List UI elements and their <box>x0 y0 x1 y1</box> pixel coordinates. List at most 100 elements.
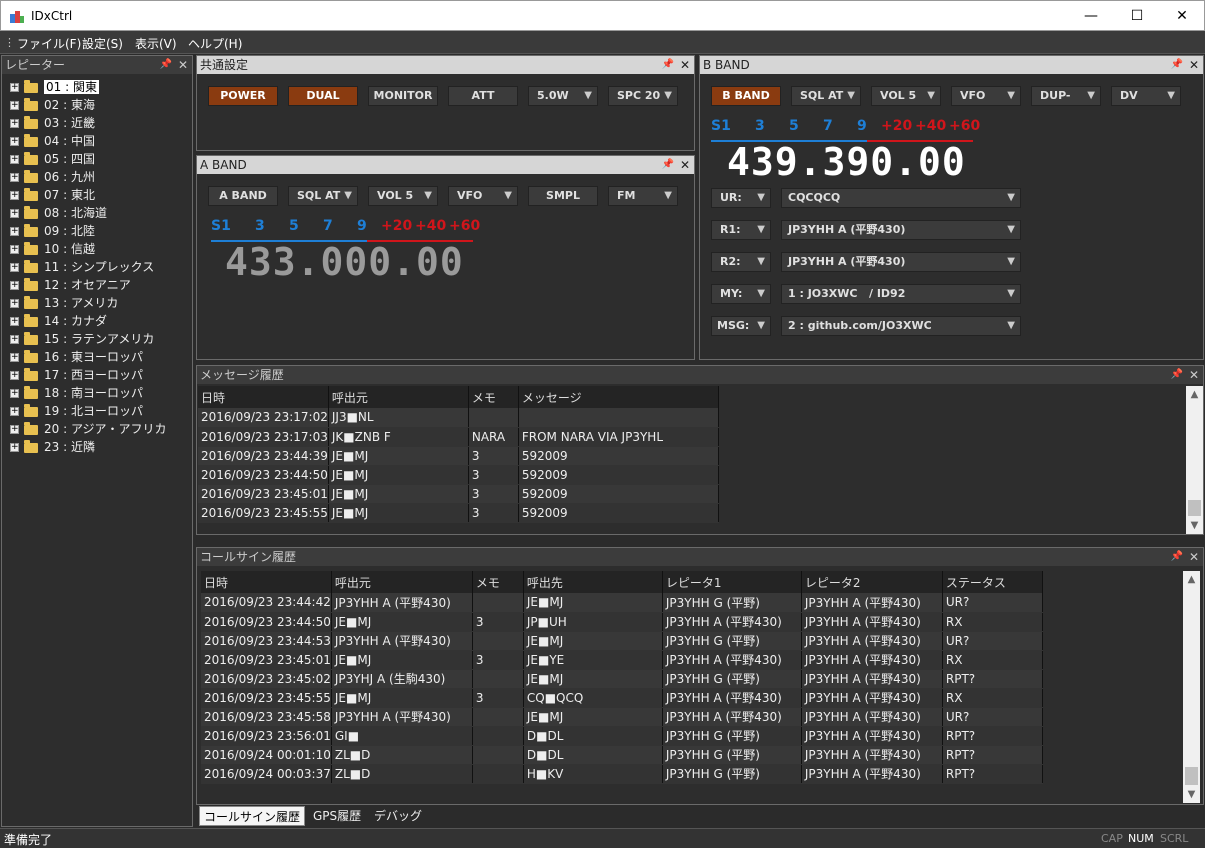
a-smpl-button[interactable]: SMPL <box>528 186 598 206</box>
b-modulation-dropdown[interactable]: DV ▼ <box>1111 86 1181 106</box>
scroll-up-icon[interactable]: ▲ <box>1183 571 1200 588</box>
a-modulation-dropdown[interactable]: FM ▼ <box>608 186 678 206</box>
column-header[interactable]: ステータス <box>942 571 1043 593</box>
tree-node[interactable]: +10 : 信越 <box>10 240 95 258</box>
pin-icon[interactable]: 📌 <box>662 56 674 74</box>
table-row[interactable]: 2016/09/23 23:44:53 JP3YHH A (平野430) JE■MJ… <box>201 631 1043 651</box>
a-band-button[interactable]: A BAND <box>208 186 278 206</box>
menu-settings[interactable]: 設定(S) <box>82 35 123 52</box>
tree-node[interactable]: +09 : 北陸 <box>10 222 95 240</box>
tree-node[interactable]: +17 : 西ヨーロッパ <box>10 366 143 384</box>
expand-icon[interactable]: + <box>10 245 19 254</box>
tree-node[interactable]: +11 : シンプレックス <box>10 258 154 276</box>
spc-dropdown[interactable]: SPC 20 ▼ <box>608 86 678 106</box>
ur-label-dropdown[interactable]: UR: ▼ <box>711 188 771 208</box>
tab-gps-history[interactable]: GPS履歴 <box>309 806 365 826</box>
expand-icon[interactable]: + <box>10 119 19 128</box>
table-row[interactable]: 2016/09/23 23:45:55 JE■MJ 3 CQ■QCQ JP3YHH A … <box>201 688 1043 708</box>
tree-node[interactable]: +15 : ラテンアメリカ <box>10 330 154 348</box>
pin-icon[interactable]: 📌 <box>160 56 172 74</box>
table-row[interactable]: 2016/09/24 00:03:37 ZL■D H■KV JP3YHH G (平野)… <box>201 764 1043 784</box>
tree-node[interactable]: +05 : 四国 <box>10 150 95 168</box>
b-mode-dropdown[interactable]: VFO ▼ <box>951 86 1021 106</box>
table-row[interactable]: 2016/09/23 23:45:01 JE■MJ 3 592009 <box>198 484 719 504</box>
tree-node[interactable]: +16 : 東ヨーロッパ <box>10 348 143 366</box>
r1-dropdown[interactable]: JP3YHH A (平野430) ▼ <box>781 220 1021 240</box>
close-icon[interactable]: ✕ <box>178 56 188 74</box>
b-sql-dropdown[interactable]: SQL AT ▼ <box>791 86 861 106</box>
tree-node[interactable]: +07 : 東北 <box>10 186 95 204</box>
table-row[interactable]: 2016/09/23 23:45:55 JE■MJ 3 592009 <box>198 503 719 523</box>
tree-node[interactable]: +06 : 九州 <box>10 168 95 186</box>
scroll-up-icon[interactable]: ▲ <box>1186 386 1203 403</box>
b-band-button[interactable]: B BAND <box>711 86 781 106</box>
expand-icon[interactable]: + <box>10 83 19 92</box>
expand-icon[interactable]: + <box>10 137 19 146</box>
expand-icon[interactable]: + <box>10 173 19 182</box>
expand-icon[interactable]: + <box>10 371 19 380</box>
vertical-scrollbar[interactable]: ▲ ▼ <box>1186 386 1203 534</box>
tab-callsign-history[interactable]: コールサイン履歴 <box>199 806 306 826</box>
expand-icon[interactable]: + <box>10 263 19 272</box>
close-icon[interactable]: ✕ <box>1189 366 1199 384</box>
expand-icon[interactable]: + <box>10 353 19 362</box>
a-vol-dropdown[interactable]: VOL 5 ▼ <box>368 186 438 206</box>
scroll-thumb[interactable] <box>1188 500 1201 516</box>
close-icon[interactable]: ✕ <box>680 156 690 174</box>
scroll-down-icon[interactable]: ▼ <box>1186 517 1203 534</box>
menu-file[interactable]: ファイル(F) <box>17 35 81 52</box>
pin-icon[interactable]: 📌 <box>662 156 674 174</box>
column-header[interactable]: メッセージ <box>518 386 719 408</box>
att-button[interactable]: ATT <box>448 86 518 106</box>
power-level-dropdown[interactable]: 5.0W ▼ <box>528 86 598 106</box>
table-row[interactable]: 2016/09/23 23:56:01 GI■ D■DL JP3YHH G (平野) J… <box>201 726 1043 746</box>
table-row[interactable]: 2016/09/23 23:44:50 JE■MJ 3 592009 <box>198 465 719 485</box>
table-row[interactable]: 2016/09/23 23:44:50 JE■MJ 3 JP■UH JP3YHH A (… <box>201 612 1043 632</box>
table-row[interactable]: 2016/09/23 23:45:02 JP3YHJ A (生駒430) JE■MJ… <box>201 669 1043 689</box>
vertical-scrollbar[interactable]: ▲ ▼ <box>1183 571 1200 803</box>
expand-icon[interactable]: + <box>10 407 19 416</box>
tree-node[interactable]: +04 : 中国 <box>10 132 95 150</box>
expand-icon[interactable]: + <box>10 389 19 398</box>
expand-icon[interactable]: + <box>10 443 19 452</box>
ur-dropdown[interactable]: CQCQCQ ▼ <box>781 188 1021 208</box>
column-header[interactable]: レピータ1 <box>662 571 802 593</box>
tree-node[interactable]: +20 : アジア・アフリカ <box>10 420 166 438</box>
close-icon[interactable]: ✕ <box>1189 548 1199 566</box>
r2-dropdown[interactable]: JP3YHH A (平野430) ▼ <box>781 252 1021 272</box>
maximize-button[interactable]: ☐ <box>1114 1 1160 31</box>
tree-node[interactable]: +23 : 近隣 <box>10 438 95 456</box>
expand-icon[interactable]: + <box>10 191 19 200</box>
table-row[interactable]: 2016/09/24 00:01:10 ZL■D D■DL JP3YHH G (平野)… <box>201 745 1043 765</box>
my-dropdown[interactable]: 1 : JO3XWC / ID92 ▼ <box>781 284 1021 304</box>
power-button[interactable]: POWER <box>208 86 278 106</box>
dual-button[interactable]: DUAL <box>288 86 358 106</box>
tree-node[interactable]: +12 : オセアニア <box>10 276 131 294</box>
menu-help[interactable]: ヘルプ(H) <box>188 35 242 52</box>
monitor-button[interactable]: MONITOR <box>368 86 438 106</box>
msg-dropdown[interactable]: 2 : github.com/JO3XWC ▼ <box>781 316 1021 336</box>
column-header[interactable]: 日時 <box>201 571 332 593</box>
column-header[interactable]: 呼出元 <box>331 571 473 593</box>
table-row[interactable]: 2016/09/23 23:17:03 JK■ZNB F NARA FROM NARA… <box>198 427 719 447</box>
pin-icon[interactable]: 📌 <box>1171 548 1183 566</box>
table-row[interactable]: 2016/09/23 23:45:58 JP3YHH A (平野430) JE■MJ… <box>201 707 1043 727</box>
column-header[interactable]: メモ <box>468 386 519 408</box>
tree-node[interactable]: +14 : カナダ <box>10 312 107 330</box>
table-row[interactable]: 2016/09/23 23:44:39 JE■MJ 3 592009 <box>198 446 719 466</box>
r2-label-dropdown[interactable]: R2: ▼ <box>711 252 771 272</box>
expand-icon[interactable]: + <box>10 317 19 326</box>
close-button[interactable]: ✕ <box>1159 1 1205 31</box>
b-dup-dropdown[interactable]: DUP- ▼ <box>1031 86 1101 106</box>
table-row[interactable]: 2016/09/23 23:44:42 JP3YHH A (平野430) JE■MJ… <box>201 593 1043 613</box>
tree-node[interactable]: +08 : 北海道 <box>10 204 107 222</box>
b-vol-dropdown[interactable]: VOL 5 ▼ <box>871 86 941 106</box>
tree-node[interactable]: +01 : 関東 <box>10 78 99 96</box>
a-sql-dropdown[interactable]: SQL AT ▼ <box>288 186 358 206</box>
scroll-thumb[interactable] <box>1185 767 1198 785</box>
pin-icon[interactable]: 📌 <box>1171 366 1183 384</box>
tree-node[interactable]: +03 : 近畿 <box>10 114 95 132</box>
tree-node[interactable]: +02 : 東海 <box>10 96 95 114</box>
a-mode-dropdown[interactable]: VFO ▼ <box>448 186 518 206</box>
column-header[interactable]: メモ <box>472 571 524 593</box>
